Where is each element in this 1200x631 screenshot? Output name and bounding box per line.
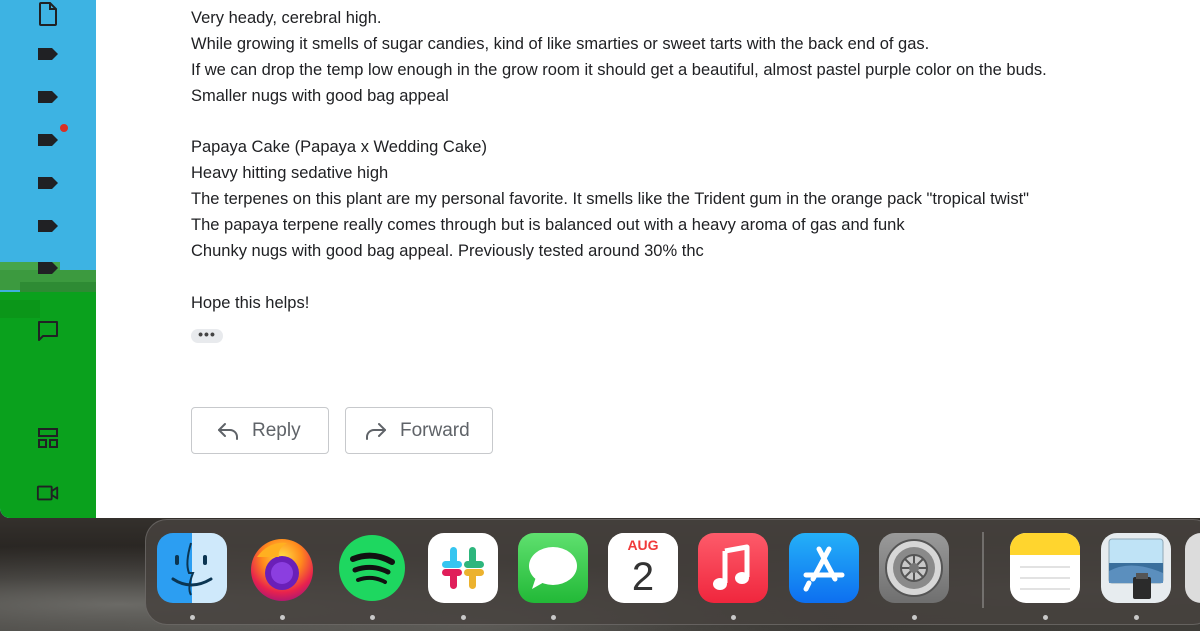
show-trimmed-content-button[interactable]: ••• <box>191 327 223 343</box>
label-icon[interactable] <box>36 42 60 66</box>
running-indicator <box>912 615 917 620</box>
system-preferences-icon[interactable] <box>879 533 949 603</box>
app-icon[interactable] <box>1185 533 1200 603</box>
email-line: Papaya Cake (Papaya x Wedding Cake) <box>191 138 487 157</box>
label-icon[interactable] <box>36 256 60 280</box>
email-line: If we can drop the temp low enough in th… <box>191 60 1047 79</box>
email-line: The papaya terpene really comes through … <box>191 216 905 235</box>
notes-icon[interactable] <box>1010 533 1080 603</box>
forward-label: Forward <box>400 419 470 441</box>
running-indicator <box>190 615 195 620</box>
running-indicator <box>551 615 556 620</box>
reply-icon <box>216 419 240 443</box>
spotify-icon[interactable] <box>337 533 407 603</box>
forward-icon <box>364 419 388 443</box>
email-line: Hope this helps! <box>191 293 310 312</box>
notification-dot <box>60 124 68 132</box>
running-indicator <box>461 615 466 620</box>
email-line: Smaller nugs with good bag appeal <box>191 86 449 105</box>
label-icon[interactable] <box>36 171 60 195</box>
slack-icon[interactable] <box>428 533 498 603</box>
dock-separator <box>982 532 984 608</box>
email-blank-line <box>191 110 1181 136</box>
messages-icon[interactable] <box>518 533 588 603</box>
email-line: While growing it smells of sugar candies… <box>191 34 930 53</box>
chat-icon[interactable] <box>36 319 60 343</box>
email-body: Very heady, cerebral high. While growing… <box>191 6 1181 317</box>
document-icon[interactable] <box>36 2 60 26</box>
email-line: Chunky nugs with good bag appeal. Previo… <box>191 242 704 261</box>
forward-button[interactable]: Forward <box>345 407 493 454</box>
running-indicator <box>370 615 375 620</box>
spaces-icon[interactable] <box>36 426 60 450</box>
calendar-day: 2 <box>631 555 655 599</box>
running-indicator <box>1134 615 1139 620</box>
mail-window: Very heady, cerebral high. While growing… <box>0 0 1200 518</box>
firefox-icon[interactable] <box>247 533 317 603</box>
running-indicator <box>280 615 285 620</box>
running-indicator <box>1043 615 1048 620</box>
calendar-month: AUG <box>608 533 678 555</box>
reply-label: Reply <box>252 419 301 441</box>
email-line: Heavy hitting sedative high <box>191 164 389 183</box>
app-store-icon[interactable] <box>789 533 859 603</box>
video-icon[interactable] <box>36 481 60 505</box>
finder-icon[interactable] <box>157 533 227 603</box>
email-line: Very heady, cerebral high. <box>191 9 382 27</box>
preview-icon[interactable] <box>1101 533 1171 603</box>
running-indicator <box>731 615 736 620</box>
calendar-icon[interactable]: AUG 2 <box>608 533 678 603</box>
email-line: The terpenes on this plant are my person… <box>191 190 1030 209</box>
label-icon[interactable] <box>36 128 60 152</box>
music-icon[interactable] <box>698 533 768 603</box>
label-icon[interactable] <box>36 85 60 109</box>
reply-button[interactable]: Reply <box>191 407 329 454</box>
label-icon[interactable] <box>36 214 60 238</box>
left-rail <box>0 0 96 518</box>
email-blank-line <box>191 265 1181 291</box>
